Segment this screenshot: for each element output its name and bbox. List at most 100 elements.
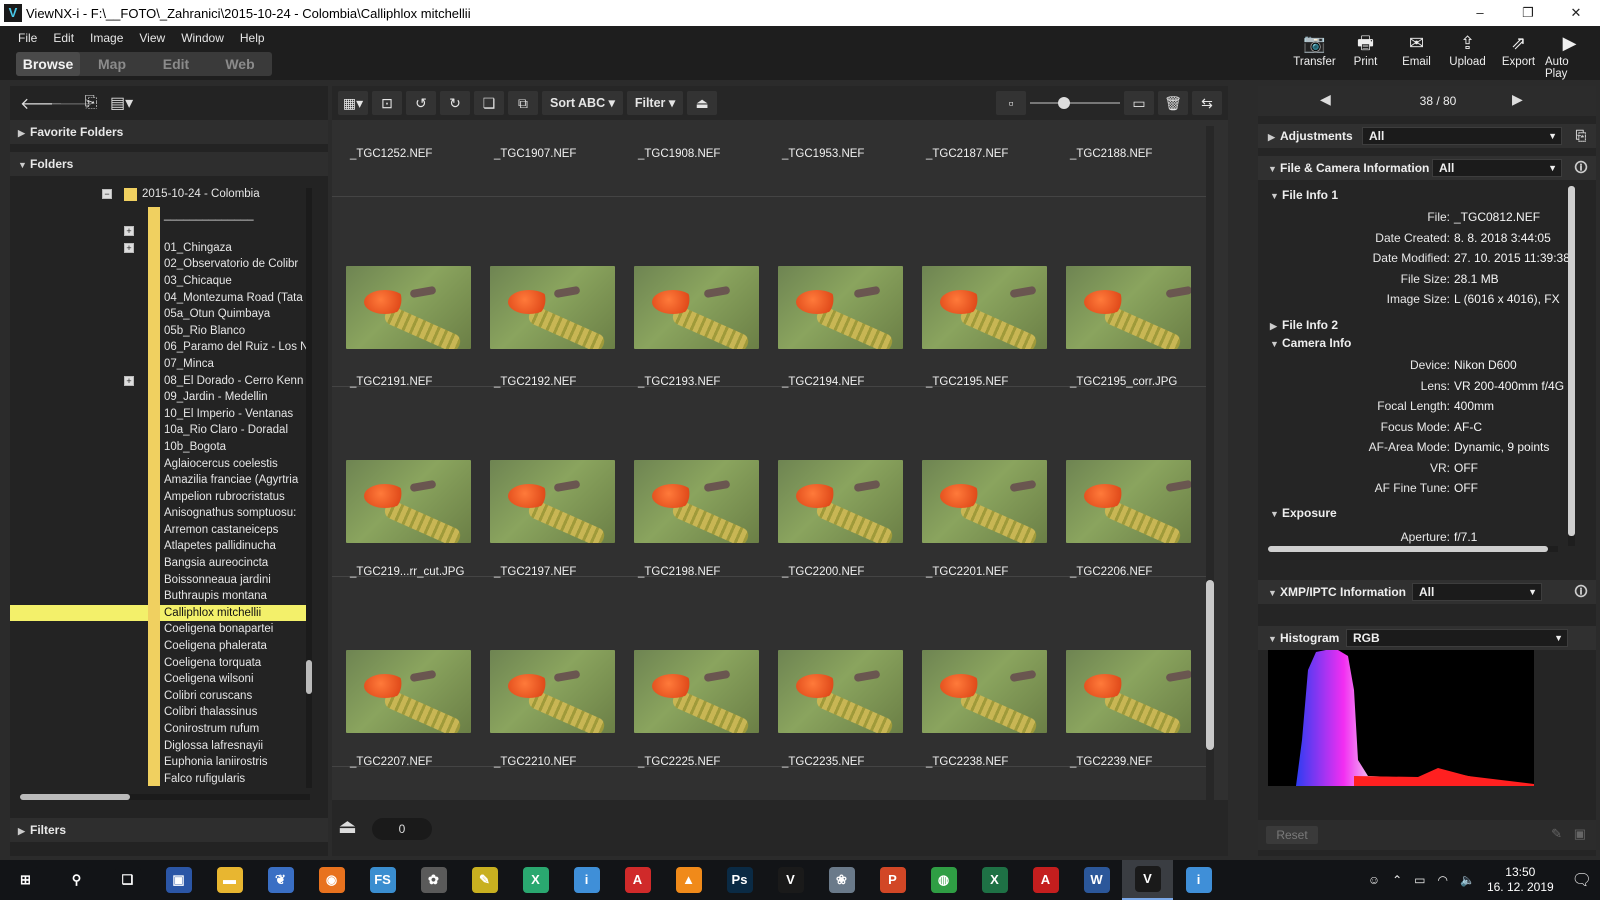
compare-button[interactable]: ⧉ [508,91,538,115]
metadata-template-icon[interactable]: ▣ [1574,826,1586,842]
taskbar-app[interactable]: P [867,860,918,900]
thumbnail-item[interactable]: _TGC1908.NEF [626,120,766,160]
folder-item[interactable]: Euphonia laniirostris [10,754,310,771]
taskbar-app[interactable]: A [612,860,663,900]
info-vertical-scrollbar[interactable] [1568,186,1575,546]
folder-item[interactable]: Ampelion rubrocristatus [10,488,310,506]
thumbnail-vertical-scrollbar[interactable] [1206,126,1214,806]
photo-thumbnail[interactable] [778,460,903,543]
folder-item[interactable]: Coeligena phalerata [10,638,310,655]
expand-box-icon[interactable]: + [124,375,134,386]
previous-image-icon[interactable]: ◀ [1320,91,1331,108]
large-thumbnail-icon[interactable]: ▭ [1124,91,1154,115]
thumbnail-item[interactable]: _TGC2188.NEF [1058,120,1198,160]
menu-edit[interactable]: Edit [45,29,82,47]
trash-icon[interactable]: 🗑 [1158,91,1188,115]
folder-tree-horizontal-scrollbar[interactable] [20,794,310,800]
folder-item[interactable]: Amazilia franciae (Agyrtria [10,472,310,489]
taskbar-app[interactable]: Ps [714,860,765,900]
folder-item[interactable]: Falco rufigularis [10,770,310,786]
folder-item[interactable]: Coeligena wilsoni [10,671,310,688]
expand-box-icon[interactable]: + [124,242,134,253]
thumbnail-item[interactable]: _TGC2191.NEF [338,192,478,388]
file-camera-info-select[interactable]: All ▼ [1432,159,1562,177]
info-horizontal-scrollbar[interactable] [1268,546,1558,552]
taskbar-app[interactable]: i [1173,860,1224,900]
thumbnail-item[interactable]: _TGC2238.NEF [914,572,1054,768]
reset-button[interactable]: Reset [1266,826,1318,844]
histogram-channel-select[interactable]: RGB ▼ [1346,629,1568,647]
adjustments-select[interactable]: All ▼ [1362,127,1562,145]
scroll-thumb[interactable] [20,794,130,800]
folder-item[interactable]: Boissonneaua jardini [10,571,310,589]
taskbar-app[interactable]: ⚲ [51,860,102,900]
slider-knob[interactable] [1058,97,1070,109]
taskbar-app[interactable]: FS [357,860,408,900]
adjustments-header[interactable]: ▶ Adjustments All ▼ ⎘ [1258,124,1596,148]
tab-edit[interactable]: Edit [144,52,208,76]
taskbar-app[interactable]: ◍ [918,860,969,900]
folder-item[interactable]: 10_El Imperio - Ventanas [10,405,310,423]
view-image-button[interactable]: ⊡ [372,91,402,115]
scroll-thumb[interactable] [1568,186,1575,536]
file-info-1-header[interactable]: ▼ File Info 1 [1270,188,1338,202]
filters-header[interactable]: ▶ Filters [10,818,328,842]
folder-item[interactable]: Anisognathus somptuosu: [10,505,310,522]
thumbnail-item[interactable]: _TGC2192.NEF [482,192,622,388]
thumbnail-item[interactable]: _TGC2197.NEF [482,382,622,578]
sort-dropdown[interactable]: Sort ABC ▾ [542,91,623,115]
clock[interactable]: 13:50 16. 12. 2019 [1487,865,1554,895]
parent-folder-icon[interactable]: ⎘ [80,94,102,112]
taskbar-app[interactable]: V [1122,860,1173,900]
expand-box-icon[interactable]: + [124,226,134,237]
file-info-2-header[interactable]: ▶ File Info 2 [1270,318,1338,332]
folder-item[interactable]: Diglossa lafresnayii [10,737,310,755]
back-arrow-icon[interactable]: 🡐 [20,93,63,114]
notification-icon[interactable]: 🗨 [1572,870,1592,890]
transfer-button[interactable]: 📷 Transfer [1290,32,1339,80]
taskbar-app[interactable]: ▲ [663,860,714,900]
photo-thumbnail[interactable] [922,460,1047,543]
thumbnail-item[interactable]: _TGC2195_corr.JPG [1058,192,1198,388]
photo-thumbnail[interactable] [778,266,903,349]
photo-thumbnail[interactable] [1066,650,1191,733]
thumbnail-item[interactable]: _TGC2194.NEF [770,192,910,388]
tab-browse[interactable]: Browse [16,52,80,76]
photo-thumbnail[interactable] [346,460,471,543]
taskbar-app[interactable]: ❦ [255,860,306,900]
next-image-icon[interactable]: ▶ [1512,91,1523,108]
taskbar-app[interactable]: ▣ [153,860,204,900]
folder-item[interactable]: +01_Chingaza [10,239,310,257]
info-settings-icon[interactable]: 🛈 [1572,159,1590,177]
photo-thumbnail[interactable] [346,266,471,349]
taskbar-app[interactable]: A [1020,860,1071,900]
close-button[interactable]: ✕ [1552,5,1600,21]
people-icon[interactable]: ☺ [1368,873,1380,887]
taskbar-app[interactable]: W [1071,860,1122,900]
thumbnail-item[interactable]: _TGC2210.NEF [482,572,622,768]
folder-item[interactable]: +08_El Dorado - Cerro Kenn [10,372,310,390]
email-button[interactable]: ✉ Email [1392,32,1441,80]
thumbnail-item[interactable]: _TGC2195.NEF [914,192,1054,388]
photo-thumbnail[interactable] [346,650,471,733]
save-metadata-icon[interactable]: ✎ [1551,826,1562,842]
wifi-icon[interactable]: ◠ [1438,873,1448,887]
taskbar-app[interactable]: V [765,860,816,900]
chevron-up-icon[interactable]: ⌃ [1392,873,1402,887]
menu-image[interactable]: Image [82,29,131,47]
thumbnail-item[interactable]: _TGC2198.NEF [626,382,766,578]
thumbnail-item[interactable]: _TGC2225.NEF [626,572,766,768]
thumbnail-item[interactable]: _TGC1953.NEF [770,120,910,160]
taskbar-app[interactable]: X [969,860,1020,900]
scroll-thumb[interactable] [1206,580,1214,750]
swap-panels-icon[interactable]: ⇆ [1192,91,1222,115]
photo-thumbnail[interactable] [634,650,759,733]
folder-item[interactable]: 05b_Rio Blanco [10,322,310,340]
xmp-settings-icon[interactable]: 🛈 [1572,583,1590,601]
folder-item[interactable]: 04_Montezuma Road (Tata [10,289,310,307]
xmp-iptc-select[interactable]: All ▼ [1412,583,1542,601]
auto-play-button[interactable]: ▶ Auto Play [1545,32,1594,80]
minimize-button[interactable]: – [1456,5,1504,21]
thumbnail-grid-view-button[interactable]: ▦▾ [338,91,368,115]
xmp-iptc-header[interactable]: ▼ XMP/IPTC Information All ▼ 🛈 [1258,580,1596,604]
